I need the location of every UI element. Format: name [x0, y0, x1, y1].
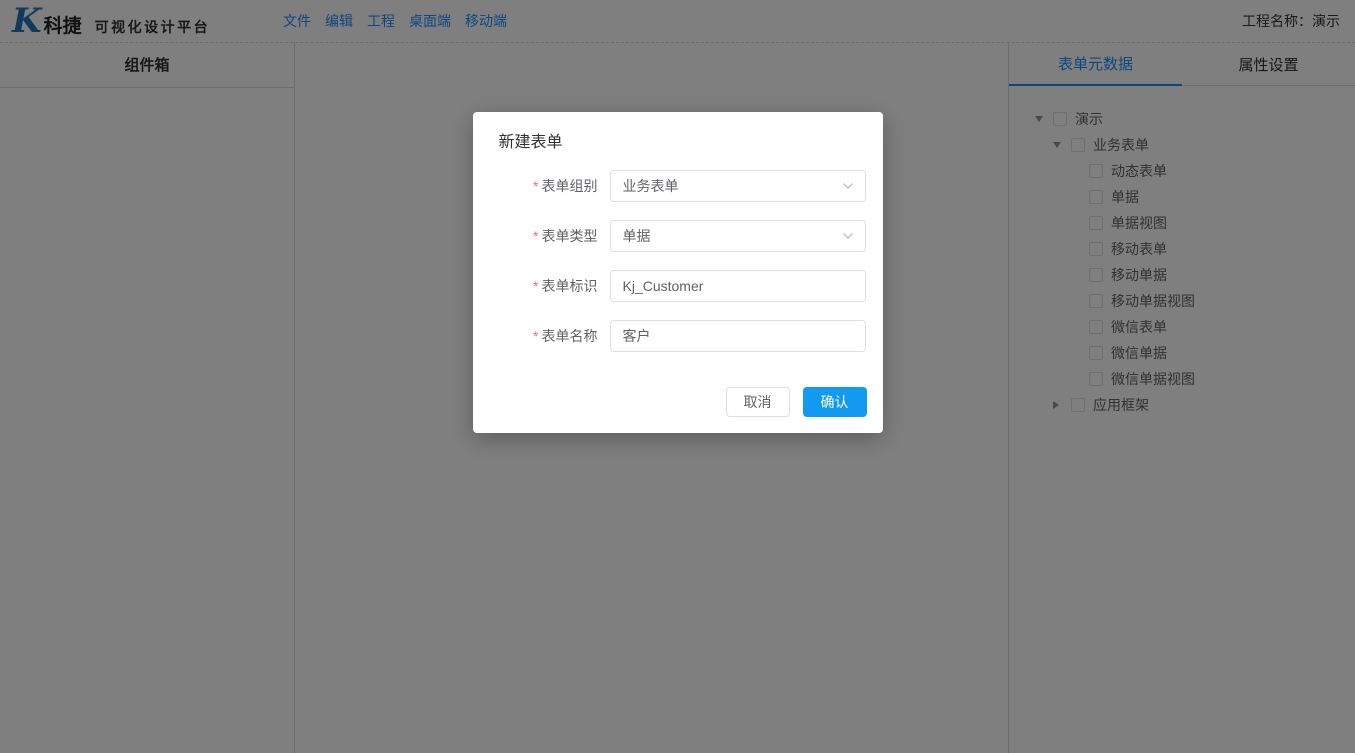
form-row-name: *表单名称: [473, 320, 883, 352]
required-mark: *: [533, 278, 538, 294]
cancel-button[interactable]: 取消: [726, 387, 790, 417]
field-label-form-identifier: *表单标识: [473, 276, 610, 296]
new-form-fields: *表单组别 业务表单 *表单类型 单据 *表单标识: [473, 170, 883, 352]
field-label-form-group: *表单组别: [473, 176, 610, 196]
dialog-footer: 取消 确认: [473, 387, 883, 417]
form-group-select[interactable]: 业务表单: [610, 170, 866, 202]
required-mark: *: [533, 328, 538, 344]
new-form-dialog: 新建表单 *表单组别 业务表单 *表单类型 单据: [473, 112, 883, 433]
form-identifier-input[interactable]: [610, 270, 866, 302]
confirm-button[interactable]: 确认: [803, 387, 867, 417]
field-label-form-name: *表单名称: [473, 326, 610, 346]
form-row-type: *表单类型 单据: [473, 220, 883, 252]
form-name-input[interactable]: [610, 320, 866, 352]
form-row-group: *表单组别 业务表单: [473, 170, 883, 202]
required-mark: *: [533, 228, 538, 244]
form-group-select-value: 业务表单: [623, 176, 841, 196]
field-label-form-type: *表单类型: [473, 226, 610, 246]
form-row-identifier: *表单标识: [473, 270, 883, 302]
dialog-title: 新建表单: [473, 132, 883, 154]
required-mark: *: [533, 178, 538, 194]
chevron-down-icon: [841, 229, 855, 243]
form-type-select[interactable]: 单据: [610, 220, 866, 252]
form-type-select-value: 单据: [623, 226, 841, 246]
chevron-down-icon: [841, 179, 855, 193]
